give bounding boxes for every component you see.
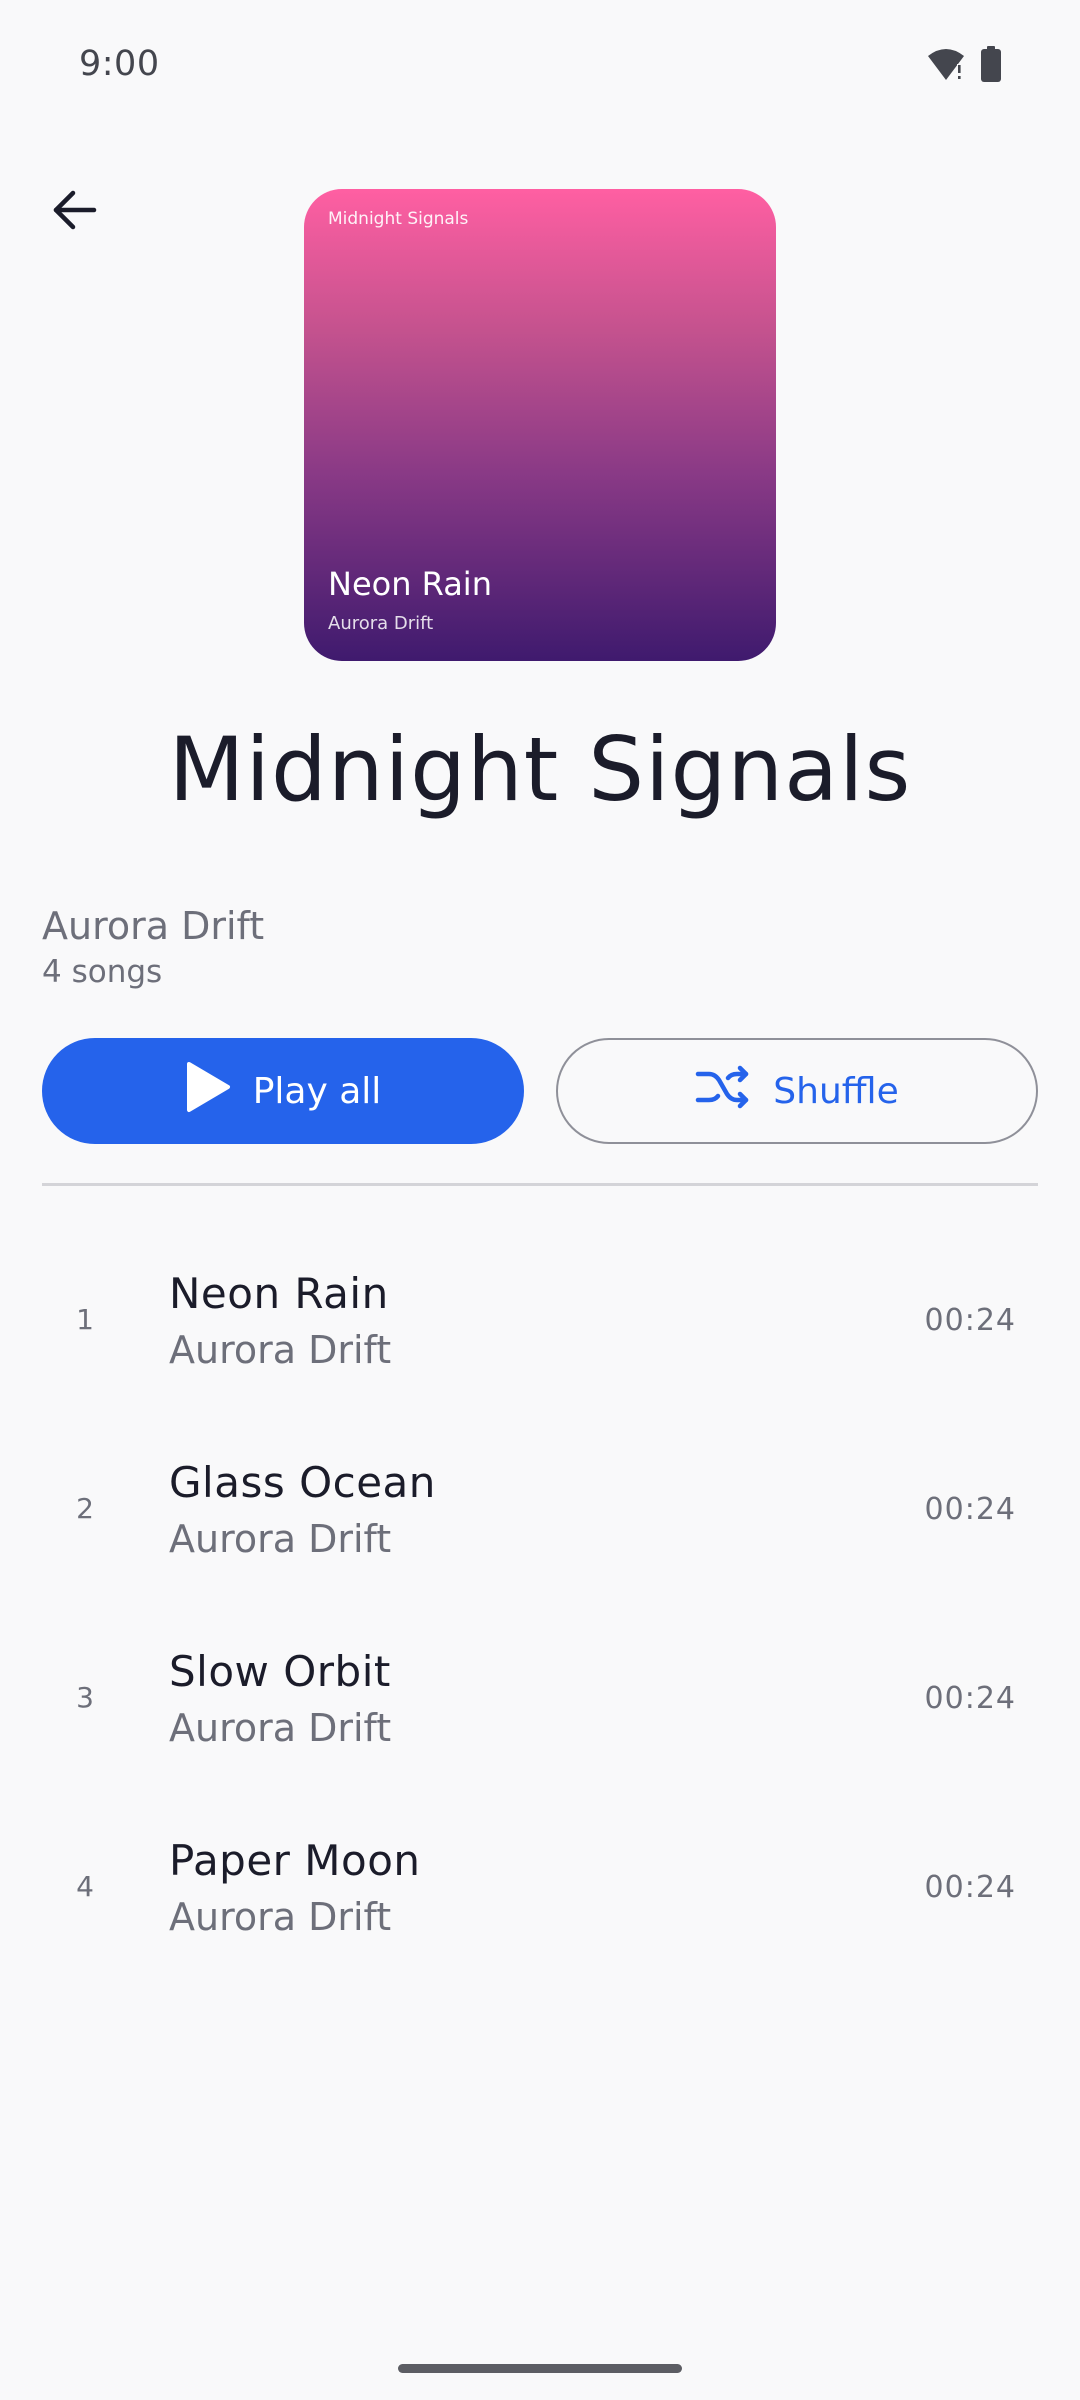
play-all-label: Play all — [252, 1070, 382, 1112]
track-title: Neon Rain — [169, 1269, 389, 1318]
shuffle-button[interactable]: Shuffle — [556, 1038, 1038, 1144]
track-row[interactable]: 3 Slow Orbit Aurora Drift 00:24 — [0, 1605, 1080, 1794]
track-artist: Aurora Drift — [169, 1706, 392, 1750]
gesture-nav-bar[interactable] — [398, 2364, 682, 2373]
track-duration: 00:24 — [924, 1870, 1016, 1905]
track-number: 2 — [76, 1492, 94, 1525]
track-duration: 00:24 — [924, 1303, 1016, 1338]
track-list: 1 Neon Rain Aurora Drift 00:24 2 Glass O… — [0, 1227, 1080, 1983]
track-title: Glass Ocean — [169, 1458, 436, 1507]
play-icon — [185, 1061, 231, 1122]
track-duration: 00:24 — [924, 1492, 1016, 1527]
track-number: 1 — [76, 1303, 94, 1336]
track-title: Slow Orbit — [169, 1647, 391, 1696]
track-row[interactable]: 2 Glass Ocean Aurora Drift 00:24 — [0, 1416, 1080, 1605]
shuffle-label: Shuffle — [773, 1070, 899, 1112]
track-row[interactable]: 4 Paper Moon Aurora Drift 00:24 — [0, 1794, 1080, 1983]
track-number: 4 — [76, 1870, 94, 1903]
play-all-button[interactable]: Play all — [42, 1038, 524, 1144]
song-count: 4 songs — [42, 954, 163, 990]
status-bar: 9:00 — [0, 0, 1080, 134]
divider — [42, 1183, 1038, 1186]
status-time: 9:00 — [79, 44, 160, 84]
album-artist: Aurora Drift — [42, 904, 265, 948]
wifi-alert-icon — [926, 46, 966, 86]
art-artist: Aurora Drift — [328, 613, 434, 634]
back-button[interactable] — [30, 168, 118, 256]
status-icons — [926, 46, 1002, 86]
track-artist: Aurora Drift — [169, 1895, 392, 1939]
track-artist: Aurora Drift — [169, 1517, 392, 1561]
art-album-title: Midnight Signals — [328, 209, 469, 229]
album-art: Midnight Signals Neon Rain Aurora Drift — [304, 189, 776, 661]
shuffle-icon — [695, 1065, 751, 1118]
track-duration: 00:24 — [924, 1681, 1016, 1716]
arrow-back-icon — [51, 190, 97, 234]
album-title: Midnight Signals — [168, 718, 912, 821]
track-artist: Aurora Drift — [169, 1328, 392, 1372]
track-row[interactable]: 1 Neon Rain Aurora Drift 00:24 — [0, 1227, 1080, 1416]
track-title: Paper Moon — [169, 1836, 421, 1885]
art-song-title: Neon Rain — [328, 565, 492, 603]
track-number: 3 — [76, 1681, 94, 1714]
battery-icon — [980, 46, 1002, 86]
